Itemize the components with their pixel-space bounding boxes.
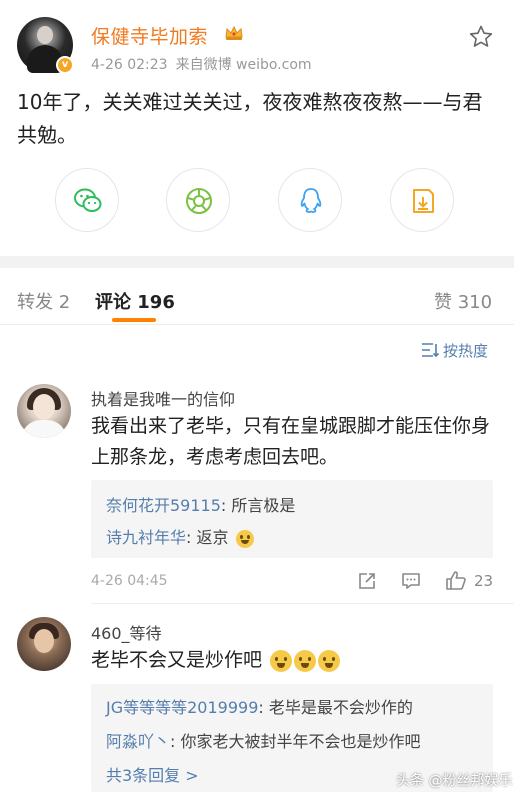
comment-time: 4-26 04:45: [91, 573, 168, 589]
share-wechat-button[interactable]: [55, 168, 119, 232]
qq-icon: [300, 188, 322, 213]
tab-repost[interactable]: 转发 2: [17, 288, 70, 314]
reply-author[interactable]: 诗九衬年华: [106, 528, 186, 547]
commenter-name[interactable]: 执着是我唯一的信仰: [91, 386, 235, 410]
moments-icon: [186, 188, 212, 214]
reply-author[interactable]: 奈何花开59115: [106, 496, 221, 515]
reply-text: : 老毕是最不会炒作的: [258, 698, 413, 717]
verified-badge-icon: v: [56, 56, 74, 74]
tab-comments[interactable]: 评论 196: [95, 288, 175, 314]
reply-item: 奈何花开59115: 所言极是: [106, 492, 295, 516]
commenter-name[interactable]: 460_等待: [91, 620, 162, 644]
comment-text: 我看出来了老毕，只有在皇城跟脚才能压住你身上那条龙，考虑考虑回去吧。: [91, 415, 491, 468]
save-image-button[interactable]: [390, 168, 454, 232]
tab-indicator: [112, 318, 156, 322]
comment-icon[interactable]: [401, 571, 421, 591]
save-image-icon: [413, 189, 434, 213]
reply-item: JG等等等等2019999: 老毕是最不会炒作的: [106, 694, 413, 718]
post-text: 10年了，关关难过关关过，夜夜难熬夜夜熬——与君共勉。: [17, 90, 483, 147]
share-qq-button[interactable]: [278, 168, 342, 232]
weibo-post: v 保健寺毕加索 4-26 02:23 来自微博 weibo.com 10年了，关…: [0, 0, 514, 256]
laugh-emoji-icon: [235, 529, 254, 548]
reply-item: 诗九衬年华: 返京: [106, 524, 254, 548]
reply-preview-box[interactable]: 奈何花开59115: 所言极是 诗九衬年华: 返京: [91, 480, 493, 558]
post-time: 4-26 02:23: [91, 57, 168, 73]
sort-icon: [422, 343, 440, 358]
like-icon[interactable]: [445, 569, 467, 591]
wechat-icon: [74, 188, 102, 212]
share-moments-button[interactable]: [166, 168, 230, 232]
reply-author[interactable]: 阿淼吖丶: [106, 732, 170, 751]
commenter-avatar[interactable]: [17, 617, 71, 671]
author-name[interactable]: 保健寺毕加索: [91, 22, 208, 49]
comment-text-content: 老毕不会又是炒作吧: [91, 649, 263, 671]
like-count: 23: [474, 572, 494, 590]
reply-text: : 返京: [186, 528, 229, 547]
shy-emoji-icon: [270, 649, 293, 672]
favorite-star-icon[interactable]: [468, 24, 494, 50]
sort-label: 按热度: [443, 342, 489, 360]
section-divider: [0, 256, 514, 268]
comment-text: 老毕不会又是炒作吧: [91, 645, 491, 676]
repost-icon[interactable]: [357, 571, 377, 591]
commenter-avatar[interactable]: [17, 384, 71, 438]
tab-likes[interactable]: 赞 310: [434, 288, 492, 314]
vip-crown-icon: [225, 25, 243, 40]
reply-author[interactable]: JG等等等等2019999: [106, 698, 258, 717]
watermark: 头条 @粉丝邦娱乐: [396, 773, 513, 789]
post-meta: 4-26 02:23 来自微博 weibo.com: [91, 54, 312, 74]
post-source: 来自微博 weibo.com: [175, 57, 312, 73]
reply-text: : 所言极是: [220, 496, 296, 515]
comment-separator: [91, 603, 514, 604]
share-row: [0, 168, 514, 234]
reply-text: : 你家老大被封半年不会也是炒作吧: [170, 732, 421, 751]
more-replies-link[interactable]: 共3条回复 >: [106, 762, 199, 786]
shy-emoji-icon: [294, 649, 317, 672]
sort-button[interactable]: 按热度: [421, 340, 488, 361]
post-tabs: 转发 2 评论 196 赞 310: [0, 268, 514, 325]
shy-emoji-icon: [318, 649, 341, 672]
reply-item: 阿淼吖丶: 你家老大被封半年不会也是炒作吧: [106, 728, 421, 752]
